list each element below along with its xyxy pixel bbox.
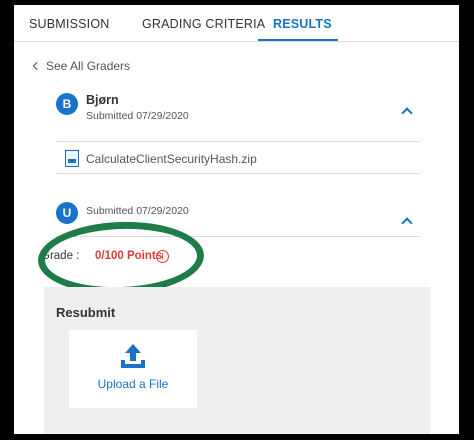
upload-file-label: Upload a File xyxy=(97,377,169,391)
resubmit-section: Resubmit Upload a File xyxy=(44,287,430,434)
avatar: U xyxy=(56,202,78,224)
see-all-graders-link[interactable]: See All Graders xyxy=(32,59,131,73)
grader-name: Bjørn xyxy=(86,93,119,107)
chevron-left-icon xyxy=(32,61,42,71)
tab-bar: SUBMISSION GRADING CRITERIA RESULTS xyxy=(14,5,459,42)
tab-submission[interactable]: SUBMISSION xyxy=(29,17,110,31)
chevron-up-icon[interactable] xyxy=(401,107,413,119)
divider xyxy=(56,173,419,174)
file-link[interactable]: CalculateClientSecurityHash.zip xyxy=(86,152,257,166)
tab-results[interactable]: RESULTS xyxy=(273,17,332,31)
frame-left xyxy=(0,0,14,440)
frame-right xyxy=(459,0,474,440)
divider xyxy=(56,141,419,142)
avatar: B xyxy=(56,93,78,115)
submitted-date: Submitted 07/29/2020 xyxy=(86,205,189,217)
upload-icon xyxy=(121,344,145,368)
annotation-circle xyxy=(36,219,206,297)
tab-grading-criteria[interactable]: GRADING CRITERIA xyxy=(142,17,265,31)
upload-file-button[interactable]: Upload a File xyxy=(69,330,197,408)
frame-bottom xyxy=(0,434,474,440)
tab-active-indicator xyxy=(258,39,338,41)
resubmit-title: Resubmit xyxy=(56,305,116,320)
chevron-up-icon[interactable] xyxy=(401,217,413,229)
results-panel: SUBMISSION GRADING CRITERIA RESULTS See … xyxy=(14,5,459,434)
zip-file-icon xyxy=(65,150,79,167)
submitted-date: Submitted 07/29/2020 xyxy=(86,110,189,122)
see-all-graders-label: See All Graders xyxy=(46,59,131,73)
